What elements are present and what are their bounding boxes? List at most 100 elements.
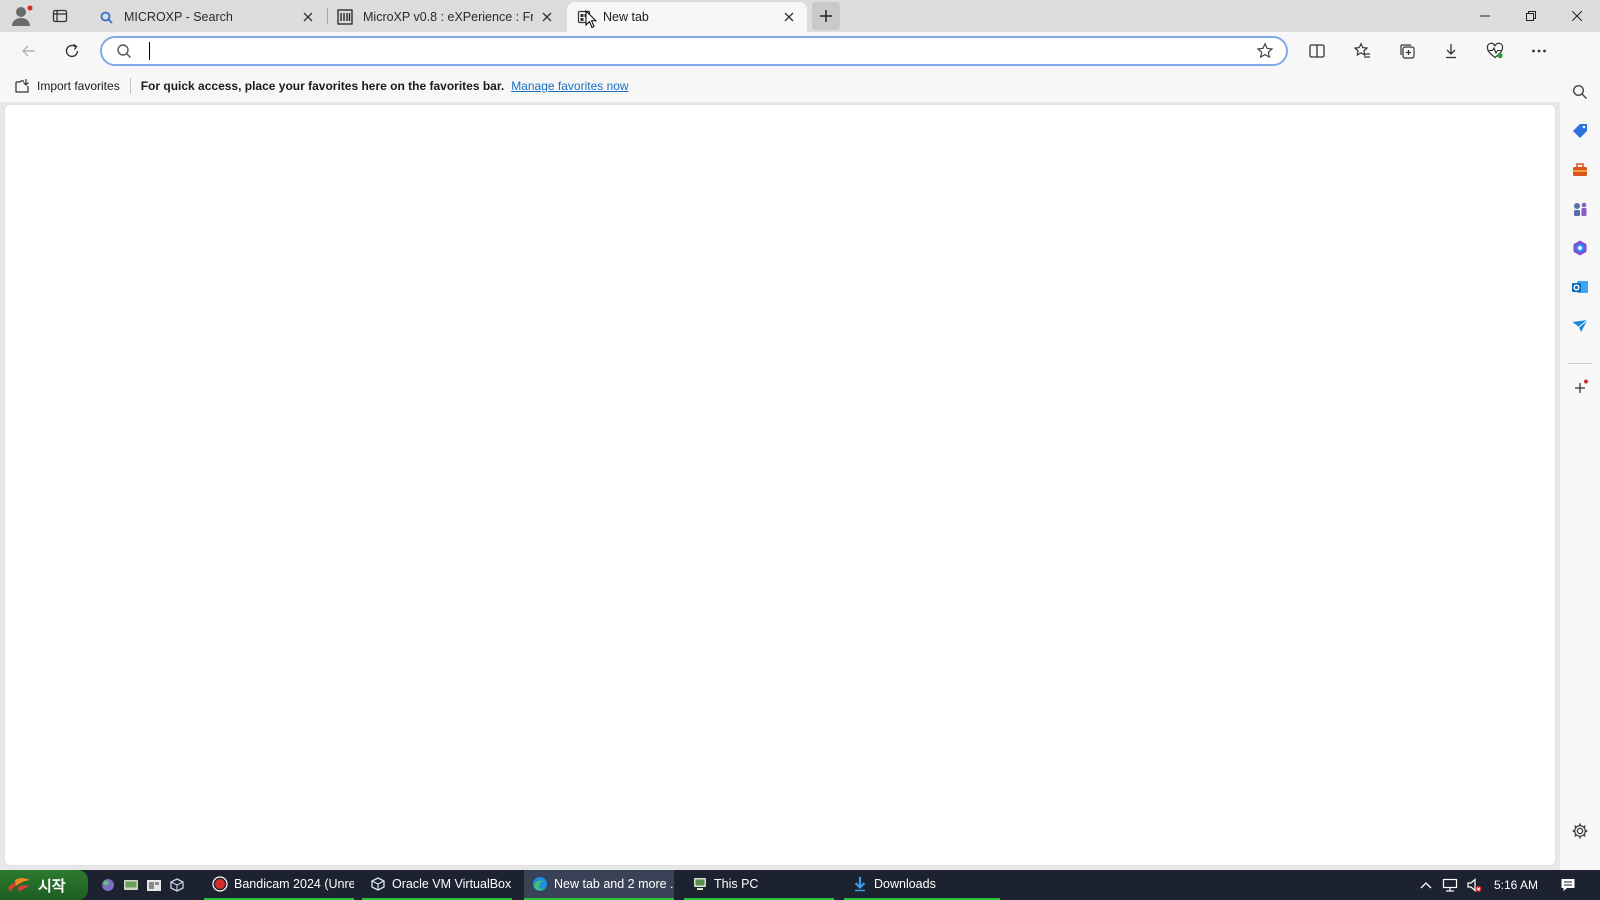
quicklaunch-virtualbox-icon[interactable] bbox=[169, 877, 185, 893]
show-hidden-icons-chevron-icon[interactable] bbox=[1418, 877, 1434, 893]
quicklaunch-browser-icon[interactable] bbox=[100, 877, 116, 893]
shopping-tag-icon bbox=[1573, 124, 1587, 138]
computer-icon bbox=[692, 876, 708, 892]
start-label: 시작 bbox=[38, 877, 66, 895]
sidebar-games-button[interactable] bbox=[1567, 196, 1593, 222]
plus-icon bbox=[1575, 379, 1588, 393]
downloads-button[interactable] bbox=[1436, 36, 1466, 66]
sidebar-divider bbox=[1568, 363, 1592, 364]
quicklaunch-show-desktop-icon[interactable] bbox=[123, 877, 139, 893]
search-icon bbox=[1572, 84, 1587, 99]
split-screen-button[interactable] bbox=[1302, 36, 1332, 66]
sidebar-outlook-button[interactable] bbox=[1567, 274, 1593, 300]
edge-sidebar bbox=[1560, 32, 1600, 870]
sidebar-microsoft365-button[interactable] bbox=[1567, 235, 1593, 261]
close-tab-icon[interactable] bbox=[539, 9, 555, 25]
gear-icon bbox=[1572, 823, 1588, 839]
taskbar-item-label: Oracle VM VirtualBox ... bbox=[392, 877, 512, 891]
microsoft-365-icon bbox=[1573, 240, 1587, 256]
close-tab-icon[interactable] bbox=[300, 9, 316, 25]
toolbox-icon bbox=[1573, 163, 1587, 176]
heart-pulse-icon bbox=[1486, 42, 1504, 59]
action-center-icon[interactable] bbox=[1560, 877, 1576, 893]
tab-new-tab[interactable]: New tab bbox=[567, 2, 807, 32]
tab-strip: MICROXP - Search MicroXP v0.8 : eXPerien… bbox=[0, 0, 1600, 32]
more-horizontal-icon bbox=[1532, 49, 1546, 53]
sidebar-tools-button[interactable] bbox=[1567, 157, 1593, 183]
download-folder-icon bbox=[852, 876, 868, 892]
tab-actions-menu-icon[interactable] bbox=[48, 5, 72, 27]
quicklaunch-explorer-icon[interactable] bbox=[146, 877, 162, 893]
taskbar-item-label: This PC bbox=[714, 877, 759, 891]
favorites-bar: Import favorites For quick access, place… bbox=[0, 70, 1560, 102]
tab-title: MICROXP - Search bbox=[124, 10, 233, 24]
drop-send-icon bbox=[1572, 319, 1588, 332]
favorites-button[interactable] bbox=[1347, 36, 1377, 66]
edge-icon bbox=[532, 876, 548, 892]
taskbar-item-bandicam[interactable]: Bandicam 2024 (Unre... bbox=[204, 870, 354, 900]
taskbar-item-downloads[interactable]: Downloads bbox=[844, 870, 1000, 900]
close-icon bbox=[1572, 11, 1582, 21]
address-input[interactable] bbox=[148, 41, 1228, 61]
taskbar-clock[interactable]: 5:16 AM bbox=[1494, 878, 1538, 892]
taskbar-item-label: Downloads bbox=[874, 877, 936, 891]
tab-microxp-archive[interactable]: MicroXP v0.8 : eXPerience : Free Downloa… bbox=[327, 2, 565, 32]
browser-essentials-button[interactable] bbox=[1480, 36, 1510, 66]
windows-flag-icon bbox=[6, 876, 32, 894]
address-bar[interactable] bbox=[100, 36, 1288, 66]
taskbar-item-this-pc[interactable]: This PC bbox=[684, 870, 834, 900]
tab-title: MicroXP v0.8 : eXPerience : Free Downloa… bbox=[363, 10, 533, 24]
import-favorites-button[interactable]: Import favorites bbox=[14, 78, 120, 94]
taskbar-item-label: New tab and 2 more ... bbox=[554, 877, 674, 891]
network-icon[interactable] bbox=[1442, 877, 1458, 893]
sidebar-settings-button[interactable] bbox=[1567, 818, 1593, 844]
virtualbox-icon bbox=[370, 876, 386, 892]
tab-microxp-search[interactable]: MICROXP - Search bbox=[88, 2, 326, 32]
start-button[interactable]: 시작 bbox=[0, 870, 88, 900]
favorites-bar-message: For quick access, place your favorites h… bbox=[140, 79, 505, 93]
collections-icon bbox=[1400, 44, 1415, 59]
sidebar-shopping-button[interactable] bbox=[1567, 118, 1593, 144]
settings-more-button[interactable] bbox=[1524, 36, 1554, 66]
profile-avatar-icon[interactable] bbox=[10, 5, 34, 27]
outlook-icon bbox=[1572, 281, 1588, 293]
refresh-button[interactable] bbox=[57, 36, 87, 66]
import-favorites-icon bbox=[14, 78, 30, 94]
volume-muted-icon[interactable] bbox=[1466, 877, 1482, 893]
chess-games-icon bbox=[1574, 202, 1587, 216]
close-window-button[interactable] bbox=[1554, 0, 1600, 32]
split-screen-icon bbox=[1309, 44, 1325, 58]
tab-title: New tab bbox=[603, 10, 649, 24]
taskbar-item-label: Bandicam 2024 (Unre... bbox=[234, 877, 354, 891]
search-icon bbox=[98, 9, 114, 25]
sidebar-search-button[interactable] bbox=[1567, 79, 1593, 105]
back-arrow-icon bbox=[22, 45, 35, 57]
download-icon bbox=[1446, 44, 1456, 59]
taskbar-item-virtualbox[interactable]: Oracle VM VirtualBox ... bbox=[362, 870, 512, 900]
add-favorite-star-icon[interactable] bbox=[1256, 42, 1274, 63]
collections-button[interactable] bbox=[1392, 36, 1422, 66]
navigation-toolbar bbox=[0, 32, 1600, 70]
new-tab-button[interactable] bbox=[812, 2, 840, 30]
restore-icon bbox=[1526, 11, 1536, 21]
minimize-button[interactable] bbox=[1462, 0, 1508, 32]
text-caret bbox=[149, 42, 150, 60]
sidebar-customize-button[interactable] bbox=[1567, 375, 1593, 401]
archive-org-icon bbox=[337, 9, 353, 25]
minimize-icon bbox=[1480, 15, 1490, 17]
sidebar-drop-button[interactable] bbox=[1567, 313, 1593, 339]
manage-favorites-link[interactable]: Manage favorites now bbox=[511, 79, 628, 93]
restore-button[interactable] bbox=[1508, 0, 1554, 32]
bandicam-icon bbox=[212, 876, 228, 892]
taskbar-item-edge[interactable]: New tab and 2 more ... bbox=[524, 870, 674, 900]
import-favorites-label: Import favorites bbox=[37, 79, 120, 93]
plus-icon bbox=[820, 10, 832, 22]
back-button[interactable] bbox=[14, 36, 44, 66]
search-icon bbox=[116, 43, 132, 62]
close-tab-icon[interactable] bbox=[781, 9, 797, 25]
refresh-icon bbox=[65, 43, 79, 58]
taskbar: 시작 Bandicam 2024 (Unre... Oracle VM Virt… bbox=[0, 870, 1600, 900]
favorites-star-list-icon bbox=[1353, 42, 1370, 58]
page-content[interactable] bbox=[4, 104, 1556, 866]
mouse-cursor-icon bbox=[585, 9, 598, 32]
